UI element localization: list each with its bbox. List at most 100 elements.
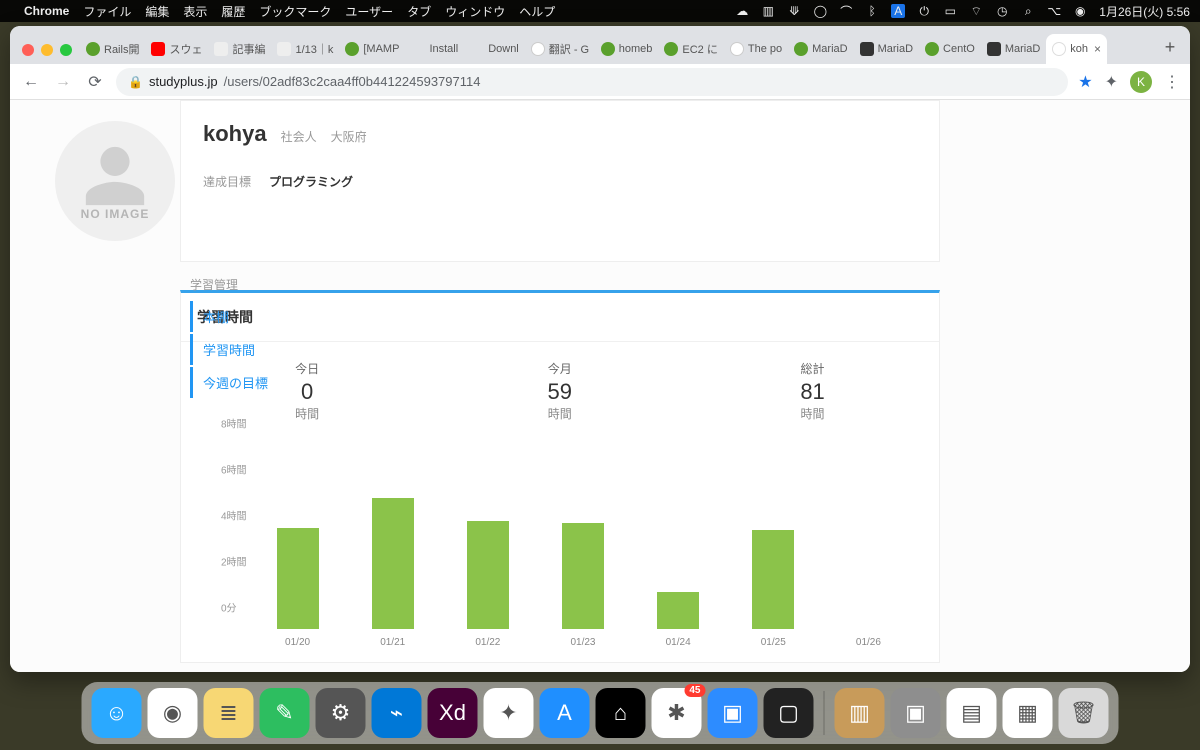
- menubar-app[interactable]: Chrome: [24, 4, 69, 18]
- chart-bar[interactable]: [657, 592, 699, 629]
- dock-app-evernote[interactable]: ✎: [260, 688, 310, 738]
- chart-bar-group: 01/24: [634, 592, 723, 648]
- control-center-icon[interactable]: ⌥: [1047, 4, 1061, 18]
- chart-bar[interactable]: [562, 523, 604, 629]
- sidemenu-item-studytime[interactable]: 学習時間: [190, 334, 268, 365]
- dock-app-freeform[interactable]: ✦: [484, 688, 534, 738]
- clipboard-icon[interactable]: ▥: [761, 4, 775, 18]
- bookmark-star-icon[interactable]: ★: [1078, 72, 1092, 92]
- study-stat: 今月59時間: [548, 360, 572, 422]
- browser-tab[interactable]: CentO: [919, 34, 981, 64]
- sidemenu-item-weekly-goal[interactable]: 今週の目標: [190, 367, 268, 398]
- browser-tab[interactable]: Rails開: [80, 34, 145, 64]
- siri-icon[interactable]: ◉: [1073, 4, 1087, 18]
- browser-tab[interactable]: koh ×: [1046, 34, 1107, 64]
- dock-app-preview[interactable]: ▣: [891, 688, 941, 738]
- chart-bar[interactable]: [467, 521, 509, 629]
- wifi-icon[interactable]: ⌔: [969, 4, 983, 18]
- chrome-menu-button[interactable]: ⋮: [1164, 72, 1180, 92]
- chart-ytick: 8時間: [221, 416, 247, 431]
- dock-app-chrome[interactable]: ◉: [148, 688, 198, 738]
- tab-label: 翻訳 - G: [549, 41, 589, 57]
- tab-favicon: [411, 42, 425, 56]
- new-tab-button[interactable]: +: [1156, 37, 1184, 64]
- bluetooth-icon[interactable]: ᛒ: [865, 4, 879, 18]
- menubar-clock[interactable]: 1月26日(火) 5:56: [1099, 3, 1190, 20]
- chart-xtick: 01/26: [856, 637, 881, 648]
- browser-tab[interactable]: The po: [724, 34, 788, 64]
- browser-tab[interactable]: Downl: [464, 34, 525, 64]
- tab-favicon: [730, 42, 744, 56]
- arc-icon[interactable]: ⌒: [839, 4, 853, 18]
- dock-app-finder[interactable]: ☺: [92, 688, 142, 738]
- menu-view[interactable]: 表示: [183, 3, 207, 20]
- tab-favicon: [345, 42, 359, 56]
- browser-tab[interactable]: 記事編: [208, 34, 271, 64]
- tab-favicon: [277, 42, 291, 56]
- study-stat: 総計81時間: [800, 360, 824, 422]
- menu-history[interactable]: 履歴: [221, 3, 245, 20]
- dock-app-zoom[interactable]: ▣: [708, 688, 758, 738]
- ime-icon[interactable]: A: [891, 4, 905, 18]
- browser-tab[interactable]: MariaD: [981, 34, 1046, 64]
- address-bar[interactable]: 🔒 studyplus.jp/users/02adf83c2caa4ff0b44…: [116, 68, 1068, 96]
- chart-bar[interactable]: [752, 530, 794, 629]
- browser-tab[interactable]: EC2 に: [658, 34, 723, 64]
- dock-app-notes[interactable]: ≣: [204, 688, 254, 738]
- dock-app-k[interactable]: ⌂: [596, 688, 646, 738]
- browser-tab[interactable]: [MAMP: [339, 34, 405, 64]
- menu-window[interactable]: ウィンドウ: [445, 3, 505, 20]
- reload-button[interactable]: ⟳: [84, 72, 106, 92]
- dock-app-appstore[interactable]: A: [540, 688, 590, 738]
- menu-help[interactable]: ヘルプ: [519, 3, 555, 20]
- chart-bar[interactable]: [372, 498, 414, 629]
- menu-edit[interactable]: 編集: [145, 3, 169, 20]
- dock-app-vscode[interactable]: ⌁: [372, 688, 422, 738]
- circle-icon[interactable]: ◯: [813, 4, 827, 18]
- dock-app-sheet[interactable]: ▦: [1003, 688, 1053, 738]
- menu-user[interactable]: ユーザー: [345, 3, 393, 20]
- menu-file[interactable]: ファイル: [83, 3, 131, 20]
- browser-tab[interactable]: Install: [405, 34, 464, 64]
- dock-app-pages[interactable]: ▤: [947, 688, 997, 738]
- tab-close-icon[interactable]: ×: [1094, 42, 1101, 56]
- browser-tab[interactable]: homeb: [595, 34, 659, 64]
- browser-tab[interactable]: スウェ: [145, 34, 208, 64]
- forward-button[interactable]: →: [52, 73, 74, 91]
- macos-menubar: Chrome ファイル 編集 表示 履歴 ブックマーク ユーザー タブ ウィンド…: [0, 0, 1200, 22]
- url-path: /users/02adf83c2caa4ff0b441224593797114: [224, 74, 481, 89]
- battery-icon[interactable]: ▭: [943, 4, 957, 18]
- zoom-window-button[interactable]: [60, 44, 72, 56]
- chart-bar[interactable]: [277, 528, 319, 629]
- dock-app-settings[interactable]: ⚙: [316, 688, 366, 738]
- chart-ytick: 4時間: [221, 508, 247, 523]
- dock-app-xd[interactable]: Xd: [428, 688, 478, 738]
- menu-bookmark[interactable]: ブックマーク: [259, 3, 331, 20]
- menu-tab[interactable]: タブ: [407, 3, 431, 20]
- browser-tab[interactable]: MariaD: [788, 34, 853, 64]
- extensions-icon[interactable]: ✦: [1105, 72, 1118, 92]
- download-icon[interactable]: ⟱: [787, 4, 801, 18]
- back-button[interactable]: ←: [20, 73, 42, 91]
- chart-xtick: 01/22: [475, 637, 500, 648]
- spotlight-icon[interactable]: ⌕: [1021, 4, 1035, 18]
- sidemenu-item-shelf[interactable]: 本棚: [190, 301, 268, 332]
- stat-label: 総計: [800, 360, 824, 377]
- browser-tab[interactable]: MariaD: [854, 34, 919, 64]
- tab-label: koh: [1070, 43, 1088, 55]
- dock-app-trash[interactable]: 🗑: [1059, 688, 1109, 738]
- power-icon[interactable]: ⏻: [917, 4, 931, 18]
- dock-app-slack[interactable]: ✱45: [652, 688, 702, 738]
- cloud-icon[interactable]: ☁: [735, 4, 749, 18]
- minimize-window-button[interactable]: [41, 44, 53, 56]
- tab-label: homeb: [619, 43, 653, 55]
- dock-app-term[interactable]: ▢: [764, 688, 814, 738]
- clock-icon[interactable]: ◷: [995, 4, 1009, 18]
- close-window-button[interactable]: [22, 44, 34, 56]
- browser-tab[interactable]: 1/13｜k: [271, 34, 339, 64]
- profile-avatar[interactable]: K: [1130, 71, 1152, 93]
- tab-strip: Rails開スウェ 記事編 1/13｜k[MAMPInstallDownl 翻訳 - …: [10, 26, 1190, 64]
- tab-label: 記事編: [232, 41, 265, 57]
- browser-tab[interactable]: 翻訳 - G: [525, 34, 595, 64]
- dock-app-folder[interactable]: ▥: [835, 688, 885, 738]
